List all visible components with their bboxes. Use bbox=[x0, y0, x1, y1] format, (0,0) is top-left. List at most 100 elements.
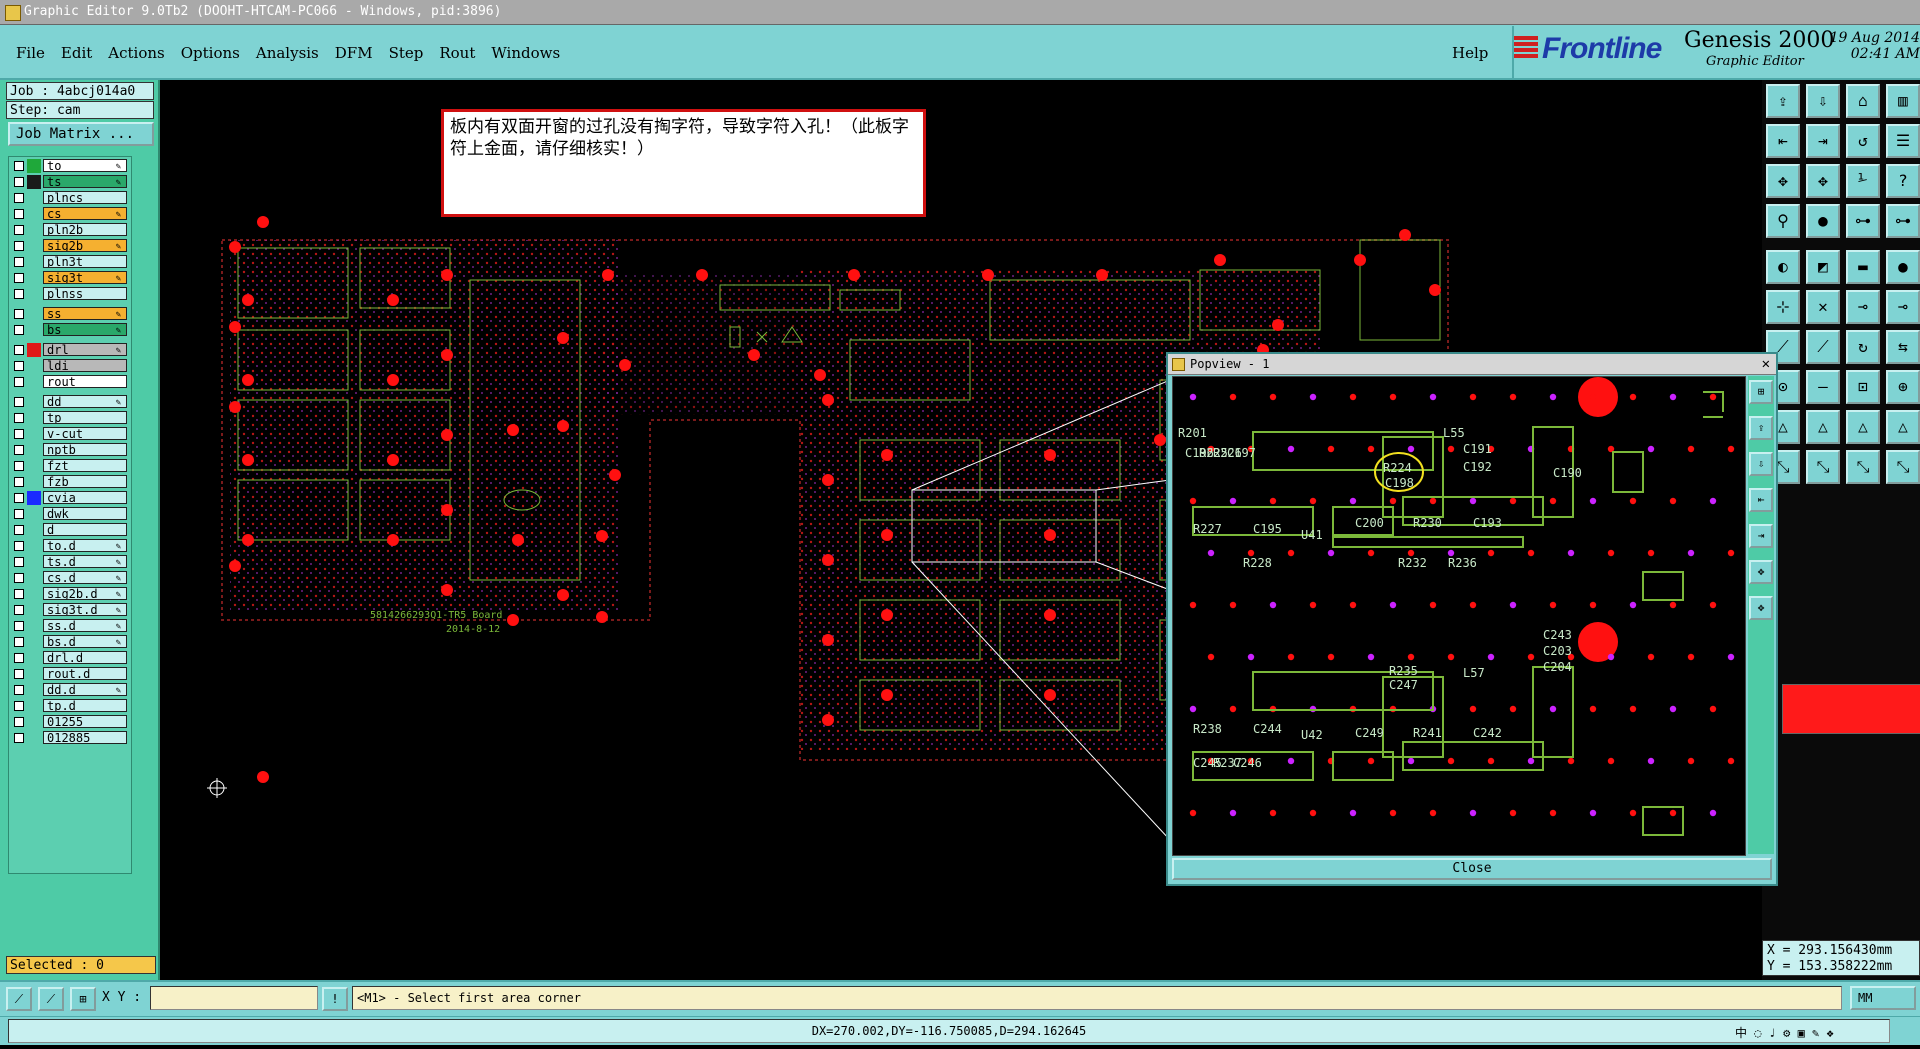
measure-tool-icon[interactable]: ⟋ bbox=[38, 987, 64, 1011]
layer-checkbox[interactable] bbox=[14, 509, 24, 519]
layer-color-swatch[interactable] bbox=[27, 507, 41, 521]
layer-name[interactable]: sig2b.d ✎ bbox=[43, 587, 127, 600]
toolbar-tool-icon[interactable]: ☰ bbox=[1886, 124, 1920, 158]
layer-color-swatch[interactable] bbox=[27, 491, 41, 505]
layer-checkbox[interactable] bbox=[14, 325, 24, 335]
toolbar-tool-icon[interactable]: ⇥ bbox=[1806, 124, 1840, 158]
layer-checkbox[interactable] bbox=[14, 397, 24, 407]
layer-row[interactable]: 012885 bbox=[11, 731, 129, 745]
layer-checkbox[interactable] bbox=[14, 257, 24, 267]
layer-color-swatch[interactable] bbox=[27, 223, 41, 237]
layer-row[interactable]: cs ✎ bbox=[11, 207, 129, 221]
layer-checkbox[interactable] bbox=[14, 413, 24, 423]
xy-input[interactable] bbox=[150, 986, 318, 1010]
toolbar-tool-icon[interactable]: ⤡ bbox=[1806, 450, 1840, 484]
layer-name[interactable]: rout.d bbox=[43, 667, 127, 680]
layer-color-swatch[interactable] bbox=[27, 287, 41, 301]
layer-name[interactable]: sig3t ✎ bbox=[43, 271, 127, 284]
layer-color-swatch[interactable] bbox=[27, 459, 41, 473]
toolbar-tool-icon[interactable]: ⚲ bbox=[1766, 204, 1800, 238]
layer-name[interactable]: to ✎ bbox=[43, 159, 127, 172]
menu-windows[interactable]: Windows bbox=[483, 41, 568, 65]
menu-actions[interactable]: Actions bbox=[100, 41, 172, 65]
toolbar-tool-icon[interactable]: ✕ bbox=[1806, 290, 1840, 324]
layer-row[interactable]: dd.d ✎ bbox=[11, 683, 129, 697]
layer-row[interactable]: ts ✎ bbox=[11, 175, 129, 189]
layer-checkbox[interactable] bbox=[14, 193, 24, 203]
layer-row[interactable]: sig2b.d ✎ bbox=[11, 587, 129, 601]
layer-row[interactable]: ts.d ✎ bbox=[11, 555, 129, 569]
layer-color-swatch[interactable] bbox=[27, 375, 41, 389]
layer-color-swatch[interactable] bbox=[27, 715, 41, 729]
layer-color-swatch[interactable] bbox=[27, 731, 41, 745]
toolbar-tool-icon[interactable]: ⊹ bbox=[1766, 290, 1800, 324]
layer-checkbox[interactable] bbox=[14, 525, 24, 535]
toolbar-tool-icon[interactable]: ▥ bbox=[1886, 84, 1920, 118]
layer-checkbox[interactable] bbox=[14, 225, 24, 235]
toolbar-tool-icon[interactable]: ◐ bbox=[1766, 250, 1800, 284]
layer-row[interactable]: to ✎ bbox=[11, 159, 129, 173]
layer-row[interactable]: cvia bbox=[11, 491, 129, 505]
menu-dfm[interactable]: DFM bbox=[327, 41, 381, 65]
toolbar-tool-icon[interactable]: ⟋ bbox=[1806, 330, 1840, 364]
close-icon[interactable]: ✕ bbox=[1762, 354, 1770, 374]
layer-checkbox[interactable] bbox=[14, 241, 24, 251]
layer-color-swatch[interactable] bbox=[27, 359, 41, 373]
layer-checkbox[interactable] bbox=[14, 377, 24, 387]
toolbar-tool-icon[interactable]: ⊸ bbox=[1886, 290, 1920, 324]
layer-name[interactable]: tp bbox=[43, 411, 127, 424]
layer-checkbox[interactable] bbox=[14, 669, 24, 679]
toolbar-tool-icon[interactable]: ⤡ bbox=[1886, 450, 1920, 484]
layer-row[interactable]: bs.d ✎ bbox=[11, 635, 129, 649]
layer-color-swatch[interactable] bbox=[27, 271, 41, 285]
layer-name[interactable]: rout bbox=[43, 375, 127, 388]
layer-name[interactable]: v-cut bbox=[43, 427, 127, 440]
layer-color-swatch[interactable] bbox=[27, 159, 41, 173]
menu-help[interactable]: Help bbox=[1452, 41, 1488, 65]
menu-analysis[interactable]: Analysis bbox=[248, 41, 327, 65]
layer-color-swatch[interactable] bbox=[27, 191, 41, 205]
menu-file[interactable]: File bbox=[8, 41, 53, 65]
layer-color-swatch[interactable] bbox=[27, 539, 41, 553]
layer-color-swatch[interactable] bbox=[27, 603, 41, 617]
layer-checkbox[interactable] bbox=[14, 573, 24, 583]
layer-name[interactable]: nptb bbox=[43, 443, 127, 456]
layer-row[interactable]: bs ✎ bbox=[11, 323, 129, 337]
layer-name[interactable]: dwk bbox=[43, 507, 127, 520]
popview-tool-icon[interactable]: ⇩ bbox=[1749, 452, 1773, 476]
layer-color-swatch[interactable] bbox=[27, 555, 41, 569]
layer-row[interactable]: d bbox=[11, 523, 129, 537]
layer-row[interactable]: cs.d ✎ bbox=[11, 571, 129, 585]
layer-row[interactable]: fzb bbox=[11, 475, 129, 489]
toolbar-tool-icon[interactable]: ⊸ bbox=[1846, 290, 1880, 324]
layer-color-swatch[interactable] bbox=[27, 667, 41, 681]
toolbar-tool-icon[interactable]: ⊡ bbox=[1846, 370, 1880, 404]
layer-row[interactable]: dd ✎ bbox=[11, 395, 129, 409]
toolbar-tool-icon[interactable]: ◩ bbox=[1806, 250, 1840, 284]
layer-color-swatch[interactable] bbox=[27, 683, 41, 697]
layer-checkbox[interactable] bbox=[14, 361, 24, 371]
popview-tool-icon[interactable]: ✥ bbox=[1749, 596, 1773, 620]
grid-tool-icon[interactable]: ⊞ bbox=[70, 987, 96, 1011]
layer-checkbox[interactable] bbox=[14, 605, 24, 615]
layer-name[interactable]: ldi bbox=[43, 359, 127, 372]
toolbar-tool-icon[interactable]: ⊶ bbox=[1886, 204, 1920, 238]
layer-checkbox[interactable] bbox=[14, 717, 24, 727]
layer-checkbox[interactable] bbox=[14, 429, 24, 439]
layer-checkbox[interactable] bbox=[14, 589, 24, 599]
layer-checkbox[interactable] bbox=[14, 273, 24, 283]
layer-row[interactable]: 01255 bbox=[11, 715, 129, 729]
layer-row[interactable]: v-cut bbox=[11, 427, 129, 441]
layer-name[interactable]: 012885 bbox=[43, 731, 127, 744]
layer-checkbox[interactable] bbox=[14, 461, 24, 471]
layer-name[interactable]: cs.d ✎ bbox=[43, 571, 127, 584]
layer-name[interactable]: drl ✎ bbox=[43, 343, 127, 356]
layer-checkbox[interactable] bbox=[14, 177, 24, 187]
layer-checkbox[interactable] bbox=[14, 541, 24, 551]
toolbar-tool-icon[interactable]: ⊶ bbox=[1846, 204, 1880, 238]
toolbar-tool-icon[interactable]: ⌂ bbox=[1846, 84, 1880, 118]
layer-row[interactable]: plncs bbox=[11, 191, 129, 205]
units-button[interactable]: MM bbox=[1850, 986, 1916, 1010]
toolbar-tool-icon[interactable]: ? bbox=[1886, 164, 1920, 198]
popview-tool-icon[interactable]: ⇥ bbox=[1749, 524, 1773, 548]
